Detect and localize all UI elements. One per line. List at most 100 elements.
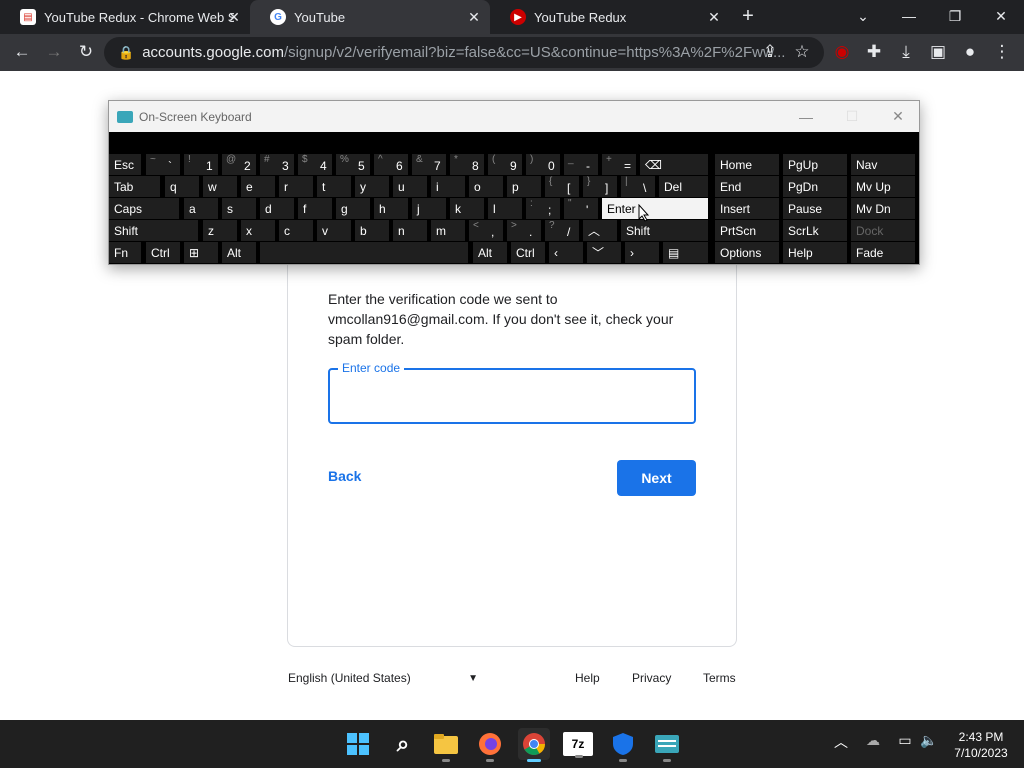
osk-minimize-icon[interactable]: —: [783, 101, 829, 132]
side-panel-icon[interactable]: ▣: [926, 40, 950, 64]
minimize-icon[interactable]: —: [886, 0, 932, 32]
osk-key-x[interactable]: x: [241, 220, 275, 241]
next-button[interactable]: Next: [617, 460, 696, 496]
osk-key-caps[interactable]: Caps: [109, 198, 179, 219]
osk-key-alt[interactable]: Alt: [473, 242, 507, 263]
osk-key-k[interactable]: k: [450, 198, 484, 219]
profile-avatar-icon[interactable]: ●: [958, 40, 982, 64]
osk-key-help[interactable]: Help: [783, 242, 847, 263]
osk-key-r[interactable]: r: [279, 176, 313, 197]
osk-key-space[interactable]: [260, 242, 468, 263]
tab-search-chevron-icon[interactable]: ⌄: [840, 0, 886, 32]
language-select[interactable]: English (United States) ▼: [288, 671, 478, 685]
osk-key-g[interactable]: g: [336, 198, 370, 219]
osk-key-tab[interactable]: Tab: [109, 176, 160, 197]
file-explorer-icon[interactable]: [430, 728, 462, 762]
osk-key-1[interactable]: ! 1: [184, 154, 218, 175]
osk-key-symbol[interactable]: }]: [583, 176, 617, 197]
osk-key-nav[interactable]: Nav: [851, 154, 915, 175]
osk-maximize-icon[interactable]: ☐: [829, 101, 875, 132]
tab-youtube[interactable]: G YouTube ✕: [250, 0, 490, 34]
osk-key-2[interactable]: @2: [222, 154, 256, 175]
osk-key-symbol[interactable]: _ -: [564, 154, 598, 175]
osk-key-dock[interactable]: Dock: [851, 220, 915, 241]
osk-key-del[interactable]: Del: [659, 176, 708, 197]
osk-key-7[interactable]: & 7: [412, 154, 446, 175]
youtube-redux-extension-icon[interactable]: ◉: [830, 40, 854, 64]
osk-key-4[interactable]: $4: [298, 154, 332, 175]
osk-key-ctrl[interactable]: Ctrl: [146, 242, 180, 263]
osk-key-pgup[interactable]: PgUp: [783, 154, 847, 175]
help-link[interactable]: Help: [575, 671, 600, 685]
tab-youtube-redux[interactable]: ▶ YouTube Redux ✕: [490, 0, 730, 34]
chrome-icon[interactable]: [518, 728, 550, 762]
osk-key-5[interactable]: % 5: [336, 154, 370, 175]
download-icon[interactable]: ⤓: [894, 40, 918, 64]
osk-key-symbol[interactable]: ~ `: [146, 154, 180, 175]
osk-key-m[interactable]: m: [431, 220, 465, 241]
osk-key-fn[interactable]: Fn: [109, 242, 141, 263]
extensions-puzzle-icon[interactable]: ✚: [862, 40, 886, 64]
bookmark-star-icon[interactable]: ☆: [790, 40, 814, 64]
volume-icon[interactable]: 🔈: [918, 732, 940, 749]
osk-key-p[interactable]: p: [507, 176, 541, 197]
osk-app-icon[interactable]: [651, 728, 683, 762]
osk-key-symbol[interactable]: ⊞: [184, 242, 218, 263]
osk-key-insert[interactable]: Insert: [715, 198, 779, 219]
back-arrow-icon[interactable]: ←: [10, 40, 34, 64]
osk-key-home[interactable]: Home: [715, 154, 779, 175]
back-button[interactable]: Back: [328, 468, 361, 484]
terms-link[interactable]: Terms: [703, 671, 736, 685]
osk-title-bar[interactable]: On-Screen Keyboard — ☐ ✕: [109, 101, 919, 132]
osk-key-esc[interactable]: Esc: [109, 154, 141, 175]
osk-key-q[interactable]: q: [165, 176, 199, 197]
osk-key-8[interactable]: * 8: [450, 154, 484, 175]
osk-key-pause[interactable]: Pause: [783, 198, 847, 219]
osk-key-symbol[interactable]: ︿: [583, 220, 617, 241]
osk-key-mvup[interactable]: Mv Up: [851, 176, 915, 197]
osk-key-symbol[interactable]: >.: [507, 220, 541, 241]
onedrive-cloud-icon[interactable]: ☁: [862, 732, 884, 749]
close-window-icon[interactable]: ✕: [978, 0, 1024, 32]
address-bar[interactable]: 🔒 accounts.google.com /signup/v2/verifye…: [104, 37, 824, 68]
osk-key-ctrl[interactable]: Ctrl: [511, 242, 545, 263]
osk-key-a[interactable]: a: [184, 198, 218, 219]
osk-key-9[interactable]: (9: [488, 154, 522, 175]
osk-key-symbol[interactable]: <,: [469, 220, 503, 241]
search-icon[interactable]: ⌕: [387, 728, 419, 760]
osk-key-y[interactable]: y: [355, 176, 389, 197]
osk-key-symbol[interactable]: | \: [621, 176, 655, 197]
osk-key-l[interactable]: l: [488, 198, 522, 219]
osk-key-o[interactable]: o: [469, 176, 503, 197]
osk-key-mvdn[interactable]: Mv Dn: [851, 198, 915, 219]
defender-icon[interactable]: [607, 728, 639, 762]
reload-icon[interactable]: ↻: [74, 40, 98, 64]
osk-key-prtscn[interactable]: PrtScn: [715, 220, 779, 241]
osk-key-n[interactable]: n: [393, 220, 427, 241]
7zip-icon[interactable]: 7z: [563, 732, 593, 758]
tab-chrome-web-store[interactable]: ▤ YouTube Redux - Chrome Web Store ✕: [0, 0, 250, 34]
osk-key-v[interactable]: v: [317, 220, 351, 241]
start-icon[interactable]: [342, 728, 374, 760]
osk-key-shift[interactable]: Shift: [109, 220, 198, 241]
osk-key-symbol[interactable]: :;: [526, 198, 560, 219]
osk-key-fade[interactable]: Fade: [851, 242, 915, 263]
osk-key-t[interactable]: t: [317, 176, 351, 197]
kebab-menu-icon[interactable]: ⋮: [990, 40, 1014, 64]
new-tab-icon[interactable]: +: [738, 6, 758, 26]
osk-key-symbol[interactable]: {[: [545, 176, 579, 197]
osk-key-c[interactable]: c: [279, 220, 313, 241]
osk-key-u[interactable]: u: [393, 176, 427, 197]
osk-key-symbol[interactable]: ▤: [663, 242, 708, 263]
osk-key-w[interactable]: w: [203, 176, 237, 197]
osk-key-symbol[interactable]: ⌫: [640, 154, 708, 175]
osk-key-symbol[interactable]: ﹀: [587, 242, 621, 263]
osk-key-h[interactable]: h: [374, 198, 408, 219]
osk-close-icon[interactable]: ✕: [875, 101, 921, 132]
firefox-icon[interactable]: [474, 728, 506, 762]
system-clock[interactable]: 2:43 PM 7/10/2023: [946, 729, 1016, 761]
osk-key-symbol[interactable]: ? /: [545, 220, 579, 241]
osk-key-symbol[interactable]: ›: [625, 242, 659, 263]
privacy-link[interactable]: Privacy: [632, 671, 671, 685]
osk-key-b[interactable]: b: [355, 220, 389, 241]
